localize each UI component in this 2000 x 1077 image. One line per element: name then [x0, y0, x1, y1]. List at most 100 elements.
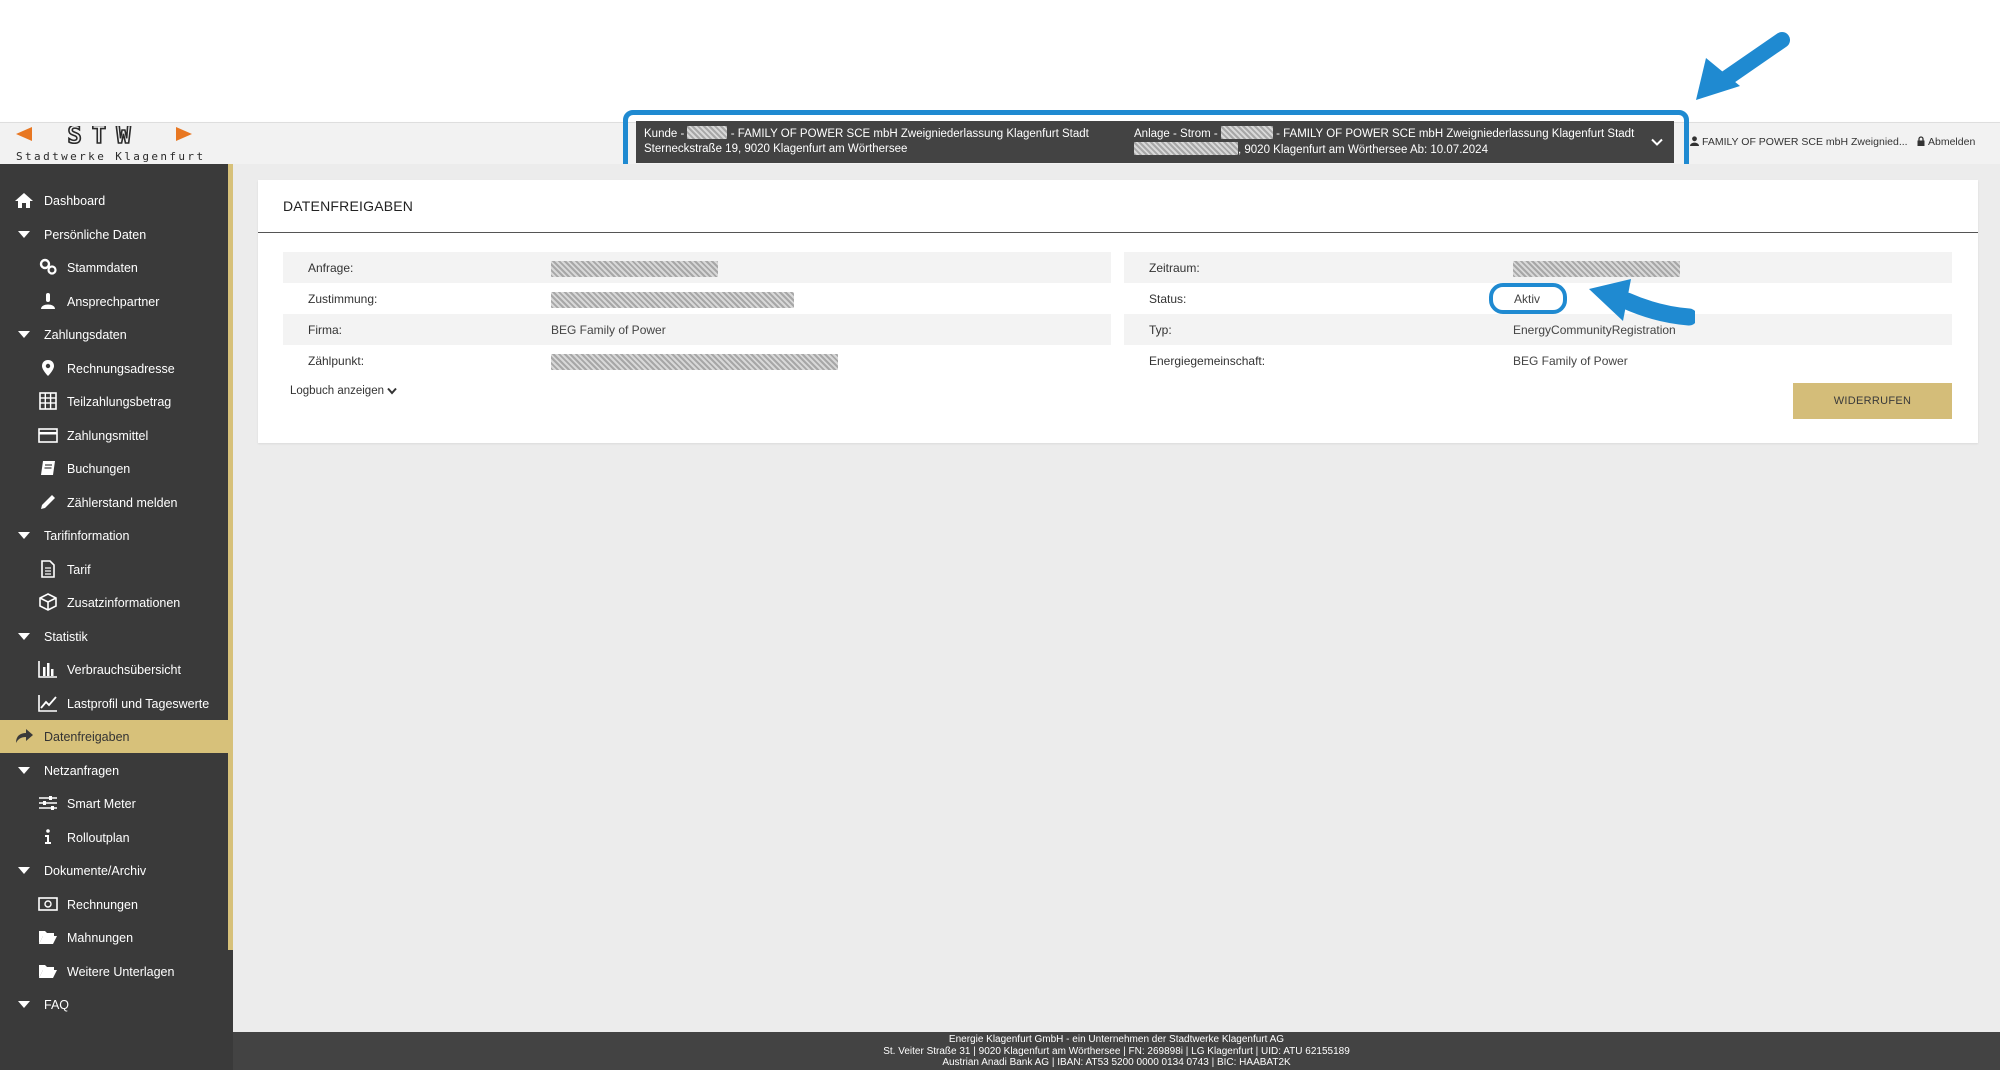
cogs-icon [39, 258, 57, 275]
document-icon [41, 560, 55, 578]
sidebar-group-faq[interactable]: FAQ [0, 988, 233, 1021]
sidebar-item-rechnungen[interactable]: Rechnungen [0, 888, 233, 921]
sidebar-item-buchungen[interactable]: Buchungen [0, 452, 233, 485]
sidebar-item-datenfreigaben[interactable]: Datenfreigaben [0, 720, 231, 753]
sidebar-item-label: Stammdaten [67, 261, 138, 275]
sidebar-bottom [0, 1032, 233, 1070]
field-label: Zählpunkt: [308, 354, 365, 368]
footer-line-3: Austrian Anadi Bank AG | IBAN: AT53 5200… [942, 1057, 1291, 1068]
sidebar-item-teilzahlungsbetrag[interactable]: Teilzahlungsbetrag [0, 385, 233, 418]
sidebar-item-rechnungsadresse[interactable]: Rechnungsadresse [0, 352, 233, 385]
sidebar-item-label: Tarifinformation [44, 529, 130, 543]
sidebar-item-label: Dashboard [44, 194, 106, 208]
sidebar-item-label: Persönliche Daten [44, 228, 147, 242]
field-value-redacted [551, 354, 838, 370]
sidebar-item-label: Zusatzinformationen [67, 596, 181, 610]
bar-chart-icon [38, 661, 57, 678]
sidebar-group-netzanfragen[interactable]: Netzanfragen [0, 754, 233, 787]
sidebar-item-label: Rechnungsadresse [67, 362, 175, 376]
sidebar-item-weitere-unterlagen[interactable]: Weitere Unterlagen [0, 955, 233, 988]
field-label: Typ: [1149, 323, 1172, 337]
sliders-icon [39, 796, 57, 810]
field-row-zaehlpunkt: Zählpunkt: [283, 345, 1111, 376]
caret-down-icon [18, 1001, 30, 1008]
status-highlight-ring [1489, 283, 1567, 314]
user-account-link[interactable]: FAMILY OF POWER SCE mbH Zweignied... [1690, 136, 1908, 148]
sidebar-item-label: Dokumente/Archiv [44, 864, 147, 878]
sidebar-item-label: Zählerstand melden [67, 496, 178, 510]
home-icon [15, 193, 33, 208]
field-value-redacted [551, 261, 718, 277]
field-label: Zeitraum: [1149, 261, 1200, 275]
sidebar-item-label: FAQ [44, 998, 70, 1012]
sidebar-item-zaehlerstand-melden[interactable]: Zählerstand melden [0, 486, 233, 519]
sidebar-item-label: Verbrauchsübersicht [67, 663, 181, 677]
field-row-zustimmung: Zustimmung: [283, 283, 1111, 314]
lock-icon [1917, 136, 1925, 146]
sidebar-item-label: Tarif [67, 563, 91, 577]
sidebar-item-label: Statistik [44, 630, 88, 644]
sidebar-item-verbrauchsuebersicht[interactable]: Verbrauchsübersicht [0, 653, 233, 686]
sidebar-group-persoenliche-daten[interactable]: Persönliche Daten [0, 218, 233, 251]
info-icon [45, 829, 51, 844]
sidebar-item-label: Zahlungsdaten [44, 328, 127, 342]
sidebar-item-label: Teilzahlungsbetrag [67, 395, 172, 409]
folder-open-icon [39, 931, 57, 944]
field-value: BEG Family of Power [551, 323, 666, 337]
sidebar-item-smart-meter[interactable]: Smart Meter [0, 787, 233, 820]
sidebar-item-zahlungsmittel[interactable]: Zahlungsmittel [0, 419, 233, 452]
stw-logo-text: STW [67, 126, 140, 149]
field-label: Energiegemeinschaft: [1149, 354, 1266, 368]
caret-down-icon [18, 633, 30, 640]
sidebar-group-zahlungsdaten[interactable]: Zahlungsdaten [0, 318, 233, 351]
stw-logo-tagline: Stadtwerke Klagenfurt [16, 150, 206, 163]
field-value-redacted [551, 292, 794, 308]
sidebar-item-label: Ansprechpartner [67, 295, 160, 309]
sidebar-group-statistik[interactable]: Statistik [0, 620, 233, 653]
sidebar-item-label: Weitere Unterlagen [67, 965, 175, 979]
logbook-label: Logbuch anzeigen [290, 385, 384, 397]
caret-down-icon [18, 532, 30, 539]
user-icon [1690, 136, 1699, 146]
field-row-anfrage: Anfrage: [283, 252, 1111, 283]
sidebar-item-tarif[interactable]: Tarif [0, 553, 233, 586]
page-footer: Energie Klagenfurt GmbH - ein Unternehme… [233, 1032, 2000, 1070]
chevron-down-icon [387, 387, 397, 395]
line-chart-icon [38, 695, 57, 712]
sidebar-item-label: Netzanfragen [44, 764, 120, 778]
user-name: FAMILY OF POWER SCE mbH Zweignied... [1702, 136, 1908, 148]
sidebar-item-lastprofil[interactable]: Lastprofil und Tageswerte [0, 687, 233, 720]
pencil-icon [41, 495, 55, 509]
credit-card-icon [38, 428, 58, 443]
sidebar-item-zusatzinformationen[interactable]: Zusatzinformationen [0, 586, 233, 619]
share-icon [16, 729, 33, 743]
sidebar-item-stammdaten[interactable]: Stammdaten [0, 251, 233, 284]
folder-open-icon [39, 965, 57, 978]
sidebar-group-dokumente-archiv[interactable]: Dokumente/Archiv [0, 854, 233, 887]
caret-down-icon [18, 767, 30, 774]
annotation-arrow-icon [1589, 279, 1695, 326]
sidebar-item-label: Mahnungen [67, 931, 134, 945]
logout-link[interactable]: Abmelden [1917, 136, 1975, 148]
sidebar-item-label: Datenfreigaben [44, 730, 130, 744]
money-bill-icon [38, 897, 58, 911]
cube-icon [39, 593, 57, 611]
title-divider [258, 232, 1978, 233]
sidebar-item-ansprechpartner[interactable]: Ansprechpartner [0, 285, 233, 318]
field-row-typ: Typ: EnergyCommunityRegistration [1124, 314, 1952, 345]
field-row-firma: Firma: BEG Family of Power [283, 314, 1111, 345]
annotation-arrow-icon [1696, 32, 1790, 100]
field-row-zeitraum: Zeitraum: [1124, 252, 1952, 283]
revoke-button[interactable]: WIDERRUFEN [1793, 383, 1952, 419]
sidebar-item-label: Smart Meter [67, 797, 136, 811]
caret-down-icon [18, 231, 30, 238]
book-icon [41, 461, 55, 475]
sidebar-item-rolloutplan[interactable]: Rolloutplan [0, 821, 233, 854]
caret-down-icon [18, 867, 30, 874]
logbook-toggle[interactable]: Logbuch anzeigen [290, 385, 397, 397]
footer-line-1: Energie Klagenfurt GmbH - ein Unternehme… [948, 1034, 1285, 1045]
sidebar-item-dashboard[interactable]: Dashboard [0, 184, 233, 217]
sidebar-item-mahnungen[interactable]: Mahnungen [0, 921, 233, 954]
sidebar-group-tarifinformation[interactable]: Tarifinformation [0, 519, 233, 552]
field-value: BEG Family of Power [1513, 354, 1628, 368]
